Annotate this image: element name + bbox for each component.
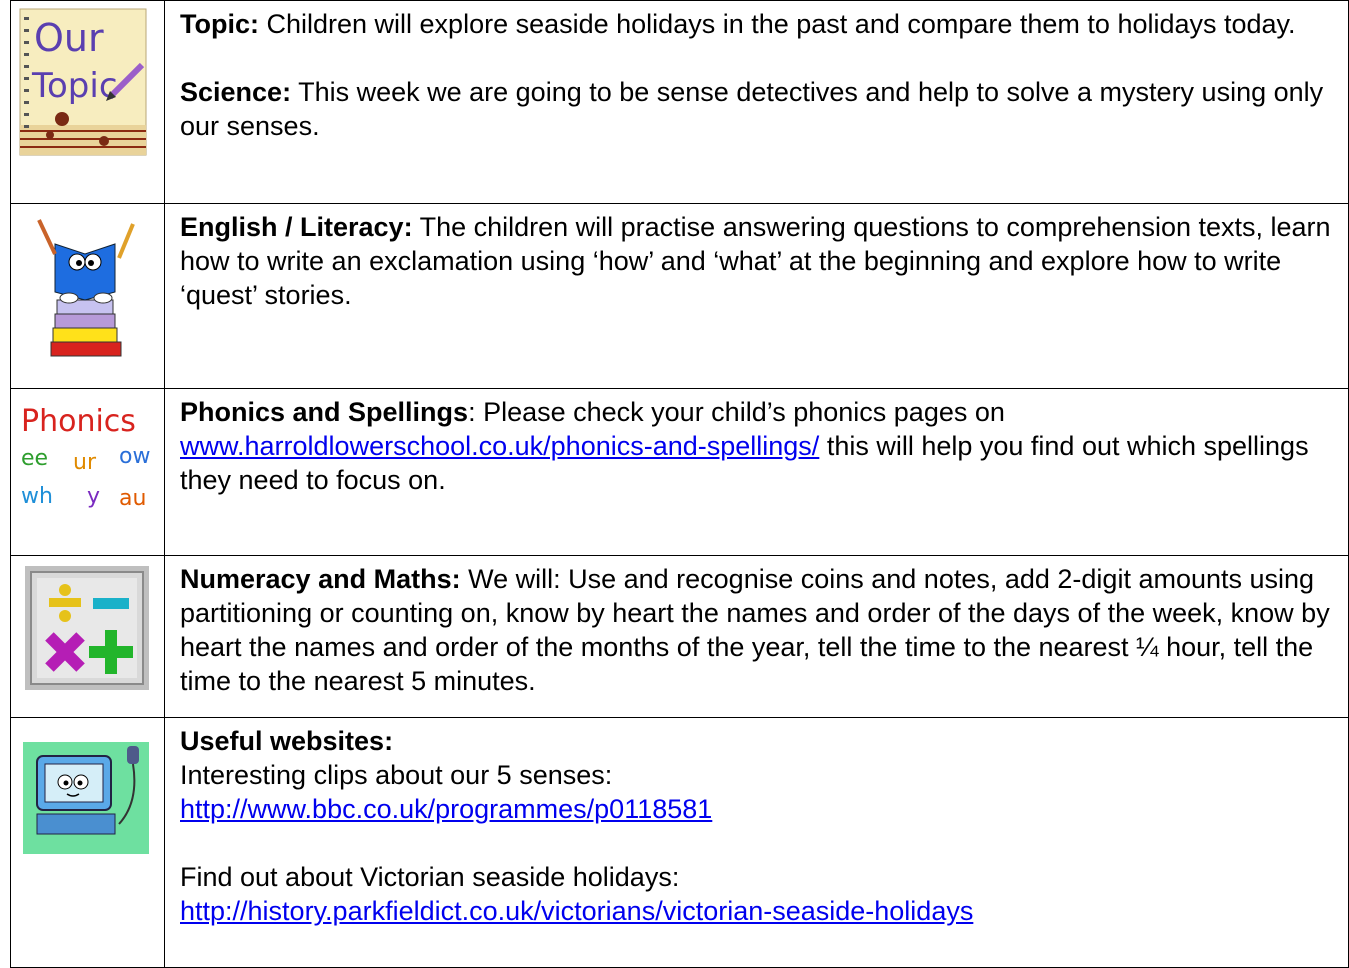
science-label: Science: xyxy=(180,77,292,107)
reading-book-character-icon xyxy=(37,219,135,357)
notebook-text-topic: Topic xyxy=(31,66,118,106)
topic-overview-table: Our Topic Topic: Children will explore s… xyxy=(10,0,1349,968)
maths-label: Numeracy and Maths: xyxy=(180,564,461,594)
website-link-victorian[interactable]: http://history.parkfieldict.co.uk/victor… xyxy=(180,896,973,926)
icon-cell-websites xyxy=(10,717,165,968)
websites-text-cell: Useful websites: Interesting clips about… xyxy=(164,717,1349,968)
phonics-text-cell: Phonics and Spellings: Please check your… xyxy=(164,388,1349,556)
phonics-sound-y: y xyxy=(87,484,100,509)
icon-cell-maths xyxy=(10,555,165,718)
topic-label: Topic: xyxy=(180,9,259,39)
maths-text-cell: Numeracy and Maths: We will: Use and rec… xyxy=(164,555,1349,718)
phonics-sound-wh: wh xyxy=(21,484,53,509)
phonics-text-before: : Please check your child’s phonics page… xyxy=(468,397,1005,427)
phonics-sound-ee: ee xyxy=(21,446,48,471)
maths-paragraph: Numeracy and Maths: We will: Use and rec… xyxy=(180,562,1336,698)
english-paragraph: English / Literacy: The children will pr… xyxy=(180,210,1336,312)
phonics-icon-title: Phonics xyxy=(21,404,136,439)
websites-line2: Find out about Victorian seaside holiday… xyxy=(180,862,680,892)
english-text-cell: English / Literacy: The children will pr… xyxy=(164,203,1349,389)
phonics-letters-icon: Phonics ee ur ow wh y au xyxy=(21,404,150,511)
phonics-sound-ur: ur xyxy=(73,450,97,475)
icon-cell-phonics: Phonics ee ur ow wh y au xyxy=(10,388,165,556)
websites-label: Useful websites: xyxy=(180,726,394,756)
table-row-phonics: Phonics ee ur ow wh y au Phonics and Spe… xyxy=(10,388,1349,556)
topic-text: Children will explore seaside holidays i… xyxy=(258,9,1296,39)
table-row-websites: Useful websites: Interesting clips about… xyxy=(10,717,1349,968)
phonics-label: Phonics and Spellings xyxy=(180,397,469,427)
math-operators-icon xyxy=(25,566,149,690)
phonics-sound-au: au xyxy=(119,486,146,511)
science-text: This week we are going to be sense detec… xyxy=(180,77,1324,141)
website-link-senses[interactable]: http://www.bbc.co.uk/programmes/p0118581 xyxy=(180,794,712,824)
phonics-paragraph: Phonics and Spellings: Please check your… xyxy=(180,395,1336,497)
phonics-sound-ow: ow xyxy=(119,444,150,469)
science-paragraph: Science: This week we are going to be se… xyxy=(180,75,1336,143)
notebook-text-our: Our xyxy=(34,16,104,60)
phonics-link[interactable]: www.harroldlowerschool.co.uk/phonics-and… xyxy=(180,431,819,461)
icon-cell-english xyxy=(10,203,165,389)
icon-cell-topic: Our Topic xyxy=(10,0,165,204)
topic-paragraph: Topic: Children will explore seaside hol… xyxy=(180,7,1336,41)
english-label: English / Literacy: xyxy=(180,212,413,242)
table-row-topic: Our Topic Topic: Children will explore s… xyxy=(10,0,1349,204)
topic-text-cell: Topic: Children will explore seaside hol… xyxy=(164,0,1349,204)
table-row-maths: Numeracy and Maths: We will: Use and rec… xyxy=(10,555,1349,718)
our-topic-notebook-icon: Our Topic xyxy=(19,8,147,156)
table-row-english: English / Literacy: The children will pr… xyxy=(10,203,1349,389)
websites-line1: Interesting clips about our 5 senses: xyxy=(180,760,613,790)
computer-character-icon xyxy=(23,742,149,854)
minus-icon xyxy=(93,598,129,609)
